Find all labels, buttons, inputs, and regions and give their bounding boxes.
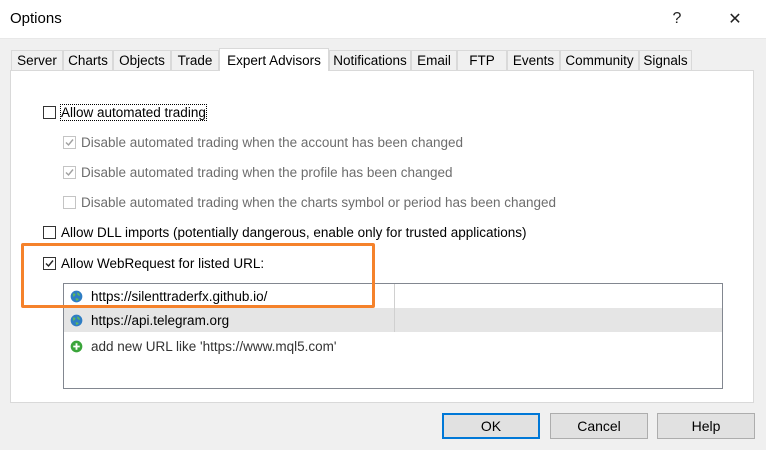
allow-automated-trading-checkbox[interactable] — [43, 105, 56, 119]
close-button[interactable]: ✕ — [712, 0, 758, 38]
tab-charts[interactable]: Charts — [63, 50, 113, 70]
url-text: https://api.telegram.org — [91, 312, 230, 328]
column-divider — [394, 308, 395, 332]
disable-on-chart-change-option[interactable]: Disable automated trading when the chart… — [63, 193, 556, 211]
tab-server[interactable]: Server — [11, 50, 63, 70]
title-bar: Options ? ✕ — [0, 0, 766, 39]
cancel-button[interactable]: Cancel — [550, 413, 648, 439]
disable-on-account-change-label: Disable automated trading when the accou… — [81, 134, 464, 150]
tab-notifications[interactable]: Notifications — [329, 50, 411, 70]
disable-on-chart-change-label: Disable automated trading when the chart… — [81, 194, 557, 210]
tab-ftp[interactable]: FTP — [457, 50, 507, 70]
tab-events[interactable]: Events — [507, 50, 560, 70]
add-url-row[interactable]: add new URL like 'https://www.mql5.com' — [64, 334, 722, 358]
add-url-hint: add new URL like 'https://www.mql5.com' — [91, 338, 337, 354]
tab-signals[interactable]: Signals — [639, 50, 692, 70]
tab-community[interactable]: Community — [560, 50, 639, 70]
help-title-button[interactable]: ? — [654, 0, 700, 38]
tab-objects[interactable]: Objects — [113, 50, 171, 70]
tab-trade[interactable]: Trade — [171, 50, 219, 70]
checkmark-icon — [65, 168, 74, 176]
allow-dll-imports-label: Allow DLL imports (potentially dangerous… — [61, 224, 527, 240]
allow-dll-imports-option[interactable]: Allow DLL imports (potentially dangerous… — [43, 223, 527, 241]
add-icon — [70, 340, 83, 352]
disable-on-profile-change-label: Disable automated trading when the profi… — [81, 164, 453, 180]
disable-on-account-change-option[interactable]: Disable automated trading when the accou… — [63, 133, 463, 151]
disable-on-profile-change-option[interactable]: Disable automated trading when the profi… — [63, 163, 453, 181]
allow-automated-trading-option[interactable]: Allow automated trading — [43, 103, 207, 121]
tab-email[interactable]: Email — [411, 50, 457, 70]
disable-on-chart-change-checkbox[interactable] — [63, 195, 76, 209]
column-divider — [394, 284, 395, 308]
checkmark-icon — [65, 138, 74, 146]
highlight-annotation — [21, 243, 375, 308]
disable-on-account-change-checkbox[interactable] — [63, 135, 76, 149]
allow-dll-imports-checkbox[interactable] — [43, 225, 56, 239]
allow-automated-trading-label: Allow automated trading — [60, 103, 207, 121]
window-title: Options — [10, 10, 62, 27]
disable-on-profile-change-checkbox[interactable] — [63, 165, 76, 179]
ok-button[interactable]: OK — [442, 413, 540, 439]
help-button[interactable]: Help — [657, 413, 755, 439]
tab-expert-advisors[interactable]: Expert Advisors — [219, 48, 329, 71]
globe-icon — [70, 314, 83, 326]
url-list-item[interactable]: https://api.telegram.org — [64, 308, 722, 332]
